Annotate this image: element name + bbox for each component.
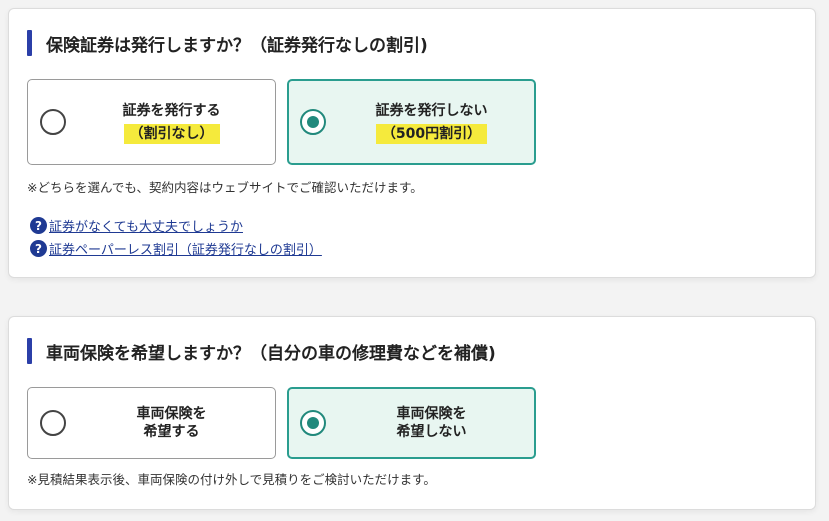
radio-unchecked-icon[interactable] xyxy=(40,109,66,135)
radio-checked-icon[interactable] xyxy=(300,109,326,135)
option-no-vehicle-insurance-line2: 希望しない xyxy=(396,424,467,440)
title-accent-bar xyxy=(27,338,32,364)
help-link-no-certificate[interactable]: ? 証券がなくても大丈夫でしょうか xyxy=(30,216,243,235)
vehicle-insurance-section-card: 車両保険を希望しますか？（自分の車の修理費などを補償) 車両保険を 希望する 車… xyxy=(8,316,816,510)
question-circle-icon: ? xyxy=(30,217,47,234)
help-link-paperless-discount[interactable]: ? 証券ペーパーレス割引（証券発行なしの割引） xyxy=(30,239,322,258)
option-issue-certificate-label: 証券を発行する xyxy=(122,102,221,119)
certificate-note: ※どちらを選んでも、契約内容はウェブサイトでご確認いただけます。 xyxy=(27,180,423,195)
radio-checked-icon[interactable] xyxy=(300,410,326,436)
radio-unchecked-icon[interactable] xyxy=(40,410,66,436)
certificate-section-header: 保険証券は発行しますか？（証券発行なしの割引) xyxy=(27,30,428,56)
option-want-vehicle-insurance-line2: 希望する xyxy=(143,424,200,440)
certificate-section-card: 保険証券は発行しますか？（証券発行なしの割引) 証券を発行する （割引なし） 証… xyxy=(8,8,816,278)
option-want-vehicle-insurance-line1: 車両保険を xyxy=(136,406,207,422)
question-circle-icon: ? xyxy=(30,240,47,257)
radio-dot-icon xyxy=(307,417,319,429)
help-link-no-certificate-text[interactable]: 証券がなくても大丈夫でしょうか xyxy=(49,216,243,235)
option-no-vehicle-insurance[interactable]: 車両保険を 希望しない xyxy=(287,387,536,459)
option-want-vehicle-insurance[interactable]: 車両保険を 希望する xyxy=(27,387,276,459)
vehicle-insurance-section-header: 車両保険を希望しますか？（自分の車の修理費などを補償) xyxy=(27,338,496,364)
radio-dot-icon xyxy=(307,116,319,128)
title-accent-bar xyxy=(27,30,32,56)
option-issue-certificate[interactable]: 証券を発行する （割引なし） xyxy=(27,79,276,165)
option-issue-certificate-discount: （割引なし） xyxy=(123,123,220,144)
vehicle-insurance-note: ※見積結果表示後、車両保険の付け外しで見積りをご検討いただけます。 xyxy=(27,472,436,487)
option-no-certificate-discount: （500円割引） xyxy=(375,123,488,144)
help-link-paperless-discount-text[interactable]: 証券ペーパーレス割引（証券発行なしの割引） xyxy=(49,239,322,258)
option-no-certificate-label: 証券を発行しない xyxy=(375,102,488,119)
certificate-section-title: 保険証券は発行しますか？（証券発行なしの割引) xyxy=(46,35,428,56)
option-no-certificate[interactable]: 証券を発行しない （500円割引） xyxy=(287,79,536,165)
option-no-vehicle-insurance-line1: 車両保険を xyxy=(396,406,467,422)
vehicle-insurance-section-title: 車両保険を希望しますか？（自分の車の修理費などを補償) xyxy=(46,343,496,364)
